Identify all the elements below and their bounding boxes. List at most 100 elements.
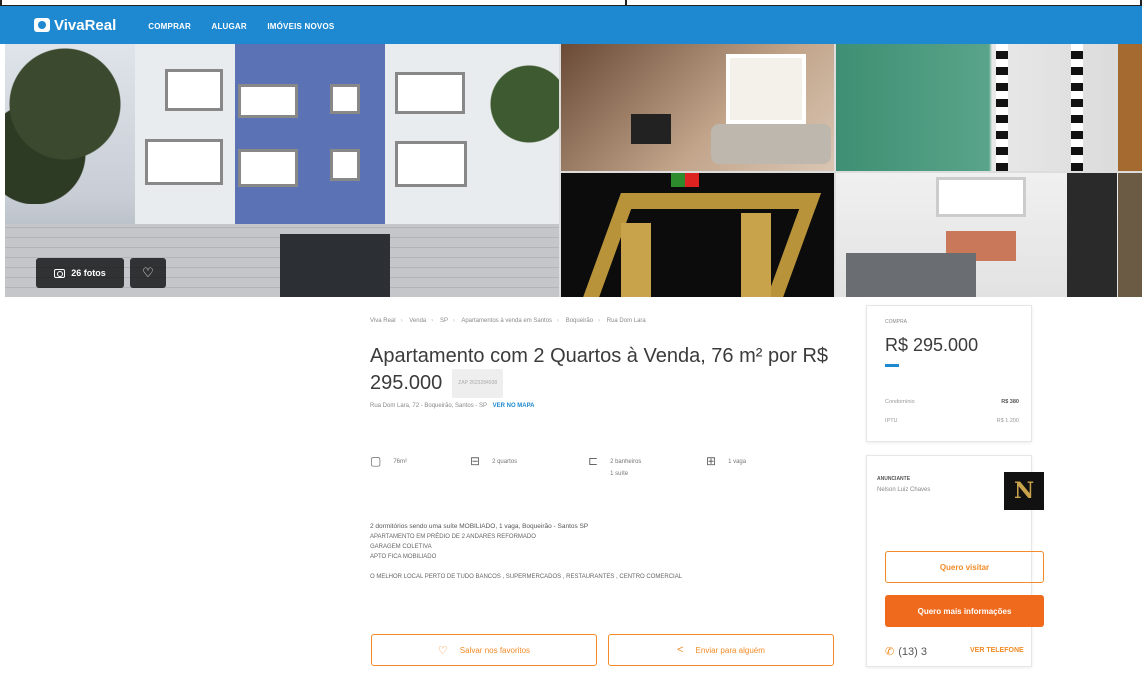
- fee-row-iptu: IPTU R$ 1.200: [885, 418, 1019, 424]
- window: [145, 139, 223, 185]
- share-icon: <: [677, 644, 684, 656]
- flag: [671, 173, 699, 187]
- fee-label: IPTU: [885, 418, 898, 424]
- visit-button[interactable]: Quero visitar: [885, 551, 1044, 583]
- window: [330, 149, 360, 181]
- nav-alugar[interactable]: ALUGAR: [211, 22, 246, 31]
- favorite-button[interactable]: ♡: [130, 258, 166, 288]
- breadcrumb-item[interactable]: Viva Real: [370, 318, 396, 324]
- advertiser-card: ANUNCIANTE Nelson Luiz Chaves N Quero vi…: [866, 455, 1044, 667]
- bath-icon: ⊏: [588, 454, 599, 468]
- building-blue-section: [235, 44, 385, 229]
- window: [165, 69, 223, 111]
- logo-text: VivaReal: [54, 16, 117, 34]
- fee-value: R$ 380: [1001, 399, 1019, 405]
- description-line: 2 dormitórios sendo uma suíte MOBILIADO,…: [370, 523, 589, 530]
- view-phone-link[interactable]: VER TELEFONE: [970, 647, 1024, 654]
- share-button[interactable]: < Enviar para alguém: [608, 634, 834, 666]
- breadcrumb-separator: ›: [431, 318, 434, 324]
- window: [238, 149, 298, 187]
- logo-mark-icon: [34, 18, 50, 32]
- breadcrumb-separator: ›: [400, 318, 403, 324]
- breadcrumb-item[interactable]: SP: [440, 318, 448, 324]
- breadcrumb-separator: ›: [557, 318, 560, 324]
- window: [330, 84, 360, 114]
- next-photo-edge: [1118, 173, 1142, 297]
- photos-count-label: 26 fotos: [71, 268, 106, 278]
- breadcrumb-item[interactable]: Venda: [409, 318, 426, 324]
- nav-imoveis-novos[interactable]: IMÓVEIS NOVOS: [267, 22, 334, 31]
- photo-living-room[interactable]: [561, 44, 834, 171]
- share-label: Enviar para alguém: [695, 645, 765, 655]
- fee-row-condominio: Condomínio R$ 380: [885, 399, 1019, 405]
- description-line: [370, 562, 830, 572]
- listing-title: Apartamento com 2 Quartos à Venda, 76 m²…: [370, 344, 840, 398]
- tile-strip: [996, 44, 1008, 171]
- advertiser-name[interactable]: Nelson Luiz Chaves: [877, 487, 930, 493]
- tree-right: [489, 64, 559, 154]
- window: [726, 54, 806, 124]
- price-value: R$ 295.000: [885, 335, 979, 355]
- tv: [631, 114, 671, 144]
- save-favorites-label: Salvar nos favoritos: [459, 645, 531, 655]
- photos-count-button[interactable]: 26 fotos: [36, 258, 124, 288]
- feature-label-sub: 1 suíte: [610, 471, 629, 477]
- tile-strip: [1071, 44, 1083, 171]
- vivareal-logo[interactable]: VivaReal: [34, 17, 116, 34]
- photo-gallery[interactable]: 26 fotos ♡: [5, 44, 1142, 297]
- breadcrumb-separator: ›: [452, 318, 455, 324]
- window: [395, 141, 467, 187]
- photo-agency-logo[interactable]: [561, 173, 834, 297]
- description-line: O MELHOR LOCAL PERTO DE TUDO BANCOS , SU…: [370, 574, 683, 580]
- camera-icon: [54, 268, 66, 278]
- window: [395, 72, 465, 114]
- breadcrumb-item[interactable]: Apartamentos à venda em Santos: [461, 318, 552, 324]
- window: [238, 84, 298, 118]
- advertiser-label: ANUNCIANTE: [877, 476, 911, 482]
- description-line: GARAGEM COLETIVA: [370, 544, 432, 550]
- view-map-link[interactable]: VER NO MAPA: [493, 403, 535, 409]
- feature-area: ▢ 76m²: [370, 454, 470, 480]
- phone-icon: ✆: [885, 646, 895, 658]
- feature-label: 1 vaga: [728, 459, 747, 465]
- photo-kitchen[interactable]: [836, 173, 1142, 297]
- logo-shape: [741, 213, 771, 297]
- next-photo-edge: [1118, 44, 1142, 171]
- nav-comprar[interactable]: COMPRAR: [148, 22, 191, 31]
- listing-address: Rua Dom Lara, 72 - Boqueirão, Santos - S…: [370, 403, 535, 409]
- listing-title-text: Apartamento com 2 Quartos à Venda, 76 m²…: [370, 345, 829, 394]
- phone-number: ✆ (13) 3: [885, 645, 927, 659]
- heart-icon: ♡: [437, 644, 448, 657]
- price-card: COMPRA R$ 295.000 Condomínio R$ 380 IPTU…: [866, 305, 1032, 442]
- fee-label: Condomínio: [885, 399, 915, 405]
- bed-icon: ⊟: [470, 454, 481, 468]
- breadcrumb: Viva Real › Venda › SP › Apartamentos à ven…: [370, 318, 646, 324]
- site-header: VivaReal COMPRAR ALUGAR IMÓVEIS NOVOS: [0, 6, 1142, 44]
- price-underline: [885, 364, 899, 367]
- price-type-label: COMPRA: [885, 319, 907, 325]
- main-nav: COMPRAR ALUGAR IMÓVEIS NOVOS: [148, 16, 350, 34]
- save-favorites-button[interactable]: ♡ Salvar nos favoritos: [371, 634, 597, 666]
- description-line: APTO FICA MOBILIADO: [370, 554, 437, 560]
- listing-code: ZAP 2623284938: [452, 369, 504, 398]
- breadcrumb-item[interactable]: Boqueirão: [566, 318, 593, 324]
- description-line: APARTAMENTO EM PRÉDIO DE 2 ANDARES REFOR…: [370, 534, 536, 540]
- feature-bedrooms: ⊟ 2 quartos: [470, 454, 588, 480]
- photo-bathroom[interactable]: [836, 44, 1142, 171]
- feature-label: 76m²: [393, 459, 408, 465]
- sofa: [711, 124, 831, 164]
- breadcrumb-item[interactable]: Rua Dom Lara: [607, 318, 646, 324]
- phone-text: (13) 3: [898, 645, 927, 658]
- front-gate: [280, 234, 390, 297]
- feature-label-main: 2 banheiros: [610, 459, 642, 465]
- logo-shape: [580, 193, 822, 297]
- feature-parking: ⊞ 1 vaga: [706, 454, 806, 480]
- car-icon: ⊞: [706, 454, 717, 468]
- advertiser-logo[interactable]: N: [1004, 472, 1044, 510]
- more-info-button[interactable]: Quero mais informações: [885, 595, 1044, 627]
- area-icon: ▢: [370, 454, 382, 468]
- logo-shape: [621, 223, 651, 297]
- address-text: Rua Dom Lara, 72 - Boqueirão, Santos - S…: [370, 403, 487, 409]
- breadcrumb-separator: ›: [598, 318, 601, 324]
- features-list: ▢ 76m² ⊟ 2 quartos ⊏ 2 banheiros 1 suíte…: [370, 454, 830, 480]
